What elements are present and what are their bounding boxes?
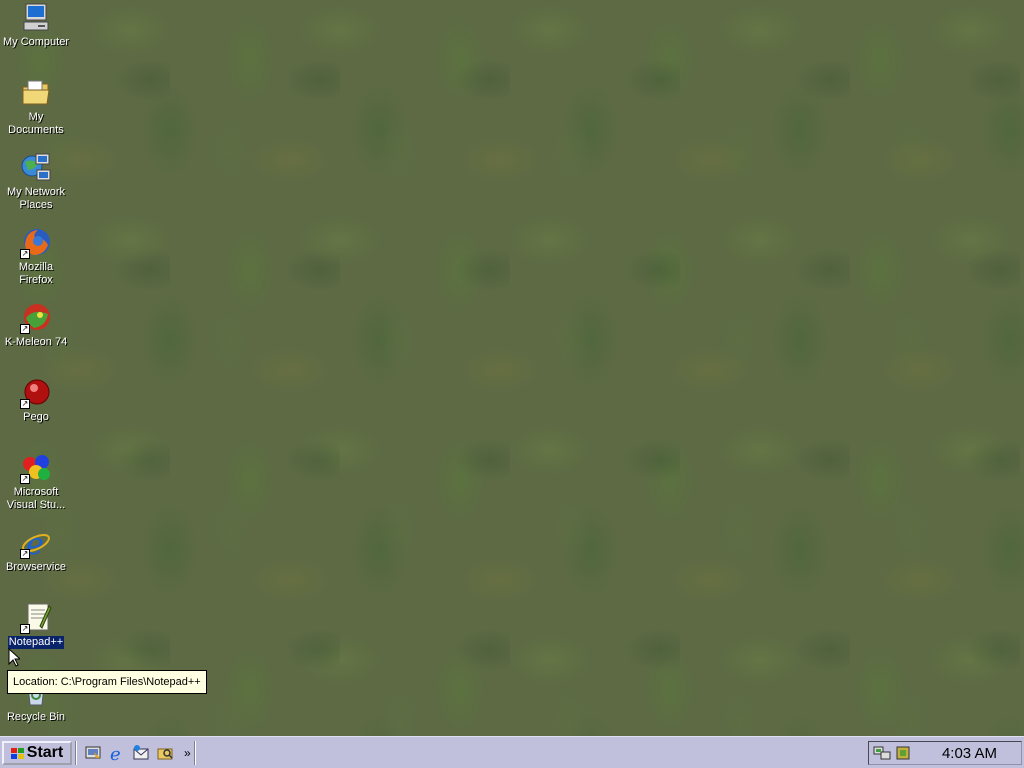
volume-icon[interactable] [895,745,913,761]
k-meleon-icon: ↗ [20,302,52,334]
show-desktop-icon[interactable] [84,744,102,762]
desktop-icon-notepad-plus-plus[interactable]: ↗ Notepad++ [0,602,72,649]
desktop-icon-label: My Documents [8,111,64,136]
desktop-icon-my-computer[interactable]: My Computer [0,2,72,49]
desktop-icon-label: Pego [23,411,49,423]
shortcut-arrow-icon: ↗ [20,399,30,409]
internet-explorer-icon[interactable]: e [108,744,126,765]
taskbar-separator [75,740,77,765]
taskbar: Start e » 4:03 AM [0,736,1024,768]
shortcut-arrow-icon: ↗ [20,549,30,559]
desktop-icon-my-network-places[interactable]: My Network Places [0,152,72,212]
explorer-icon[interactable] [156,744,174,762]
system-tray: 4:03 AM [868,741,1022,765]
start-button[interactable]: Start [2,740,72,765]
my-documents-icon [20,77,52,109]
clock[interactable]: 4:03 AM [942,745,997,762]
quick-launch-toolbar: e » [84,744,191,765]
desktop[interactable] [0,0,1024,736]
pego-icon: ↗ [20,377,52,409]
desktop-icon-label: Mozilla Firefox [18,261,54,286]
taskbar-separator [193,740,196,765]
desktop-icon-label-line1: My Network [6,186,66,198]
firefox-icon: ↗ [20,227,52,259]
outlook-express-icon[interactable] [132,744,150,762]
mouse-cursor-icon [8,647,22,670]
visual-studio-icon: ↗ [20,452,52,484]
location-tooltip: Location: C:\Program Files\Notepad++ [7,670,207,694]
start-label: Start [26,743,64,761]
desktop-icon-label-line1: Microsoft [13,486,59,498]
network-icon[interactable] [873,745,891,761]
desktop-icon-browservice[interactable]: e ↗ Browservice [0,527,72,574]
desktop-icon-my-documents[interactable]: My Documents [0,77,72,137]
desktop-icon-label: Recycle Bin [6,711,66,723]
desktop-icon-label-line2: Places [19,199,53,211]
shortcut-arrow-icon: ↗ [20,474,30,484]
desktop-icon-label: My Computer [2,36,70,48]
desktop-icon-microsoft-visual-studio[interactable]: ↗ Microsoft Visual Stu... [0,452,72,512]
shortcut-arrow-icon: ↗ [20,249,30,259]
shortcut-arrow-icon: ↗ [20,624,30,634]
quick-launch-chevron[interactable]: » [184,746,191,760]
internet-explorer-icon: e ↗ [20,527,52,562]
desktop-icon-label: K-Meleon 74 [4,336,68,348]
windows-logo-icon [10,747,25,759]
notepad-plus-plus-icon: ↗ [20,602,52,634]
desktop-icon-label-line2: Visual Stu... [6,499,66,511]
desktop-icon-label: Browservice [6,561,66,573]
desktop-icon-pego[interactable]: ↗ Pego [0,377,72,424]
svg-text:e: e [110,744,121,762]
my-network-places-icon [20,152,52,184]
my-computer-icon [20,2,52,34]
shortcut-arrow-icon: ↗ [20,324,30,334]
desktop-icon-mozilla-firefox[interactable]: ↗ Mozilla Firefox [0,227,72,287]
desktop-icon-k-meleon[interactable]: ↗ K-Meleon 74 [0,302,72,349]
